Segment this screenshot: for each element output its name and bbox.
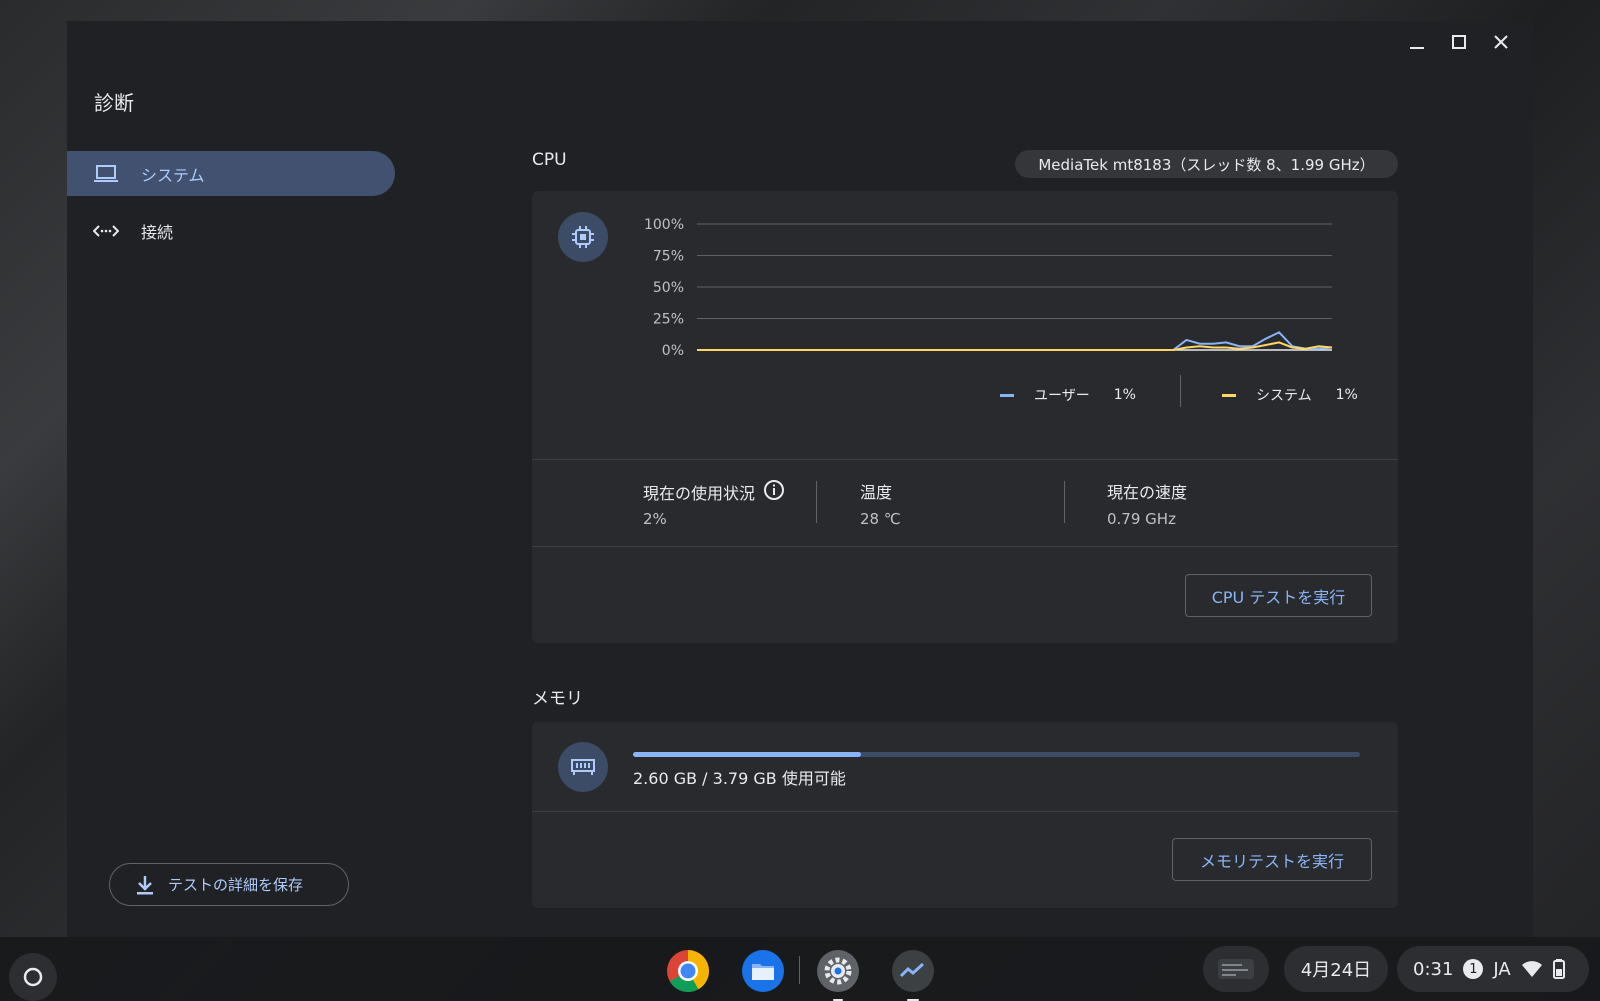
files-icon	[742, 950, 784, 992]
launcher-button[interactable]	[9, 953, 57, 1001]
legend-swatch	[1000, 393, 1014, 397]
diagnostics-window: 診断 システム 接続 テストの詳細を保存 CPU MediaTek mt8183…	[67, 21, 1533, 937]
legend-swatch	[1222, 393, 1236, 397]
memory-usage-fill	[633, 752, 862, 757]
legend-value: 1%	[1113, 387, 1136, 403]
legend-system: システム 1%	[1222, 385, 1358, 405]
y-tick-label: 100%	[644, 217, 684, 233]
app-title: 診断	[94, 91, 134, 115]
chrome-icon	[667, 950, 709, 993]
cpu-model-chip: MediaTek mt8183（スレッド数 8、1.99 GHz）	[1015, 150, 1398, 178]
current-usage-value: 2%	[643, 510, 667, 528]
wifi-icon	[1521, 961, 1542, 977]
cpu-section-title: CPU	[532, 150, 567, 170]
sidebar-nav: システム 接続	[67, 151, 395, 265]
shelf-app-settings[interactable]	[814, 947, 862, 1001]
temperature-value: 28 ℃	[860, 510, 901, 528]
info-icon[interactable]	[763, 479, 785, 505]
legend-divider	[1180, 375, 1181, 407]
save-test-details-button[interactable]: テストの詳細を保存	[109, 863, 349, 906]
clock-time: 0:31	[1413, 958, 1454, 980]
shelf: 4月24日 0:31 1 JA	[0, 937, 1600, 1001]
card-divider	[532, 546, 1398, 547]
diagnostics-icon	[892, 950, 934, 992]
window-controls	[1407, 31, 1511, 53]
sidebar-item-label: システム	[141, 165, 205, 185]
sidebar-item-connection[interactable]: 接続	[67, 208, 395, 253]
date-tray[interactable]: 4月24日	[1284, 946, 1388, 992]
battery-icon	[1552, 959, 1565, 979]
y-tick-label: 50%	[653, 280, 684, 296]
sidebar-item-system[interactable]: システム	[67, 151, 395, 196]
cpu-usage-chart: 100% 75% 50% 25% 0%	[644, 217, 1333, 359]
legend-user: ユーザー 1%	[1000, 385, 1136, 405]
memory-usage-bar	[633, 752, 1360, 757]
launcher-icon	[23, 967, 43, 987]
status-tray[interactable]: 0:31 1 JA	[1397, 946, 1589, 992]
minimize-icon	[1410, 47, 1424, 49]
current-speed-value: 0.79 GHz	[1107, 510, 1176, 528]
settings-icon	[817, 950, 859, 992]
maximize-icon	[1452, 35, 1466, 49]
notification-badge: 1	[1463, 959, 1484, 979]
download-icon	[136, 875, 154, 895]
minimize-button[interactable]	[1407, 31, 1427, 53]
close-icon	[1494, 35, 1508, 49]
metric-divider	[816, 481, 817, 523]
y-tick-label: 0%	[662, 343, 684, 359]
y-tick-label: 75%	[653, 249, 684, 265]
memory-chip-icon	[558, 742, 608, 792]
y-tick-label: 25%	[653, 312, 684, 328]
run-memory-test-button[interactable]: メモリテストを実行	[1172, 838, 1372, 881]
metric-label-text: 現在の使用状況	[643, 484, 756, 503]
temperature-label: 温度	[860, 479, 892, 503]
legend-label: ユーザー	[1034, 388, 1090, 404]
metric-label-text: 温度	[860, 483, 893, 502]
memory-section-title: メモリ	[532, 689, 583, 709]
legend-label: システム	[1256, 388, 1312, 404]
shelf-app-chrome[interactable]	[664, 947, 712, 995]
metric-divider	[1064, 481, 1065, 523]
shelf-app-diagnostics[interactable]	[889, 947, 937, 1001]
memory-usage-text: 2.60 GB / 3.79 GB 使用可能	[633, 769, 846, 788]
close-button[interactable]	[1491, 31, 1511, 53]
cpu-chip-icon	[558, 212, 608, 262]
metric-label-text: 現在の速度	[1107, 483, 1188, 502]
save-button-label: テストの詳細を保存	[168, 876, 304, 894]
connection-icon	[93, 220, 121, 242]
sidebar-item-label: 接続	[141, 222, 174, 242]
holding-space-icon	[1218, 959, 1254, 979]
shelf-separator	[799, 956, 800, 984]
holding-space-tray[interactable]	[1203, 946, 1269, 992]
card-divider	[532, 459, 1398, 460]
ime-indicator: JA	[1493, 958, 1511, 980]
current-speed-label: 現在の速度	[1107, 479, 1187, 503]
maximize-button[interactable]	[1449, 31, 1469, 53]
series-line-user	[697, 331, 1333, 351]
card-divider	[532, 811, 1398, 812]
legend-value: 1%	[1335, 387, 1358, 403]
current-usage-label: 現在の使用状況	[643, 479, 785, 505]
run-cpu-test-button[interactable]: CPU テストを実行	[1185, 574, 1372, 617]
memory-card: 2.60 GB / 3.79 GB 使用可能 メモリテストを実行	[532, 722, 1398, 908]
shelf-app-files[interactable]	[739, 947, 787, 995]
cpu-card: 100% 75% 50% 25% 0% ユーザー 1% システム 1% 現在の使用状況 …	[532, 191, 1398, 643]
laptop-icon	[93, 163, 121, 185]
